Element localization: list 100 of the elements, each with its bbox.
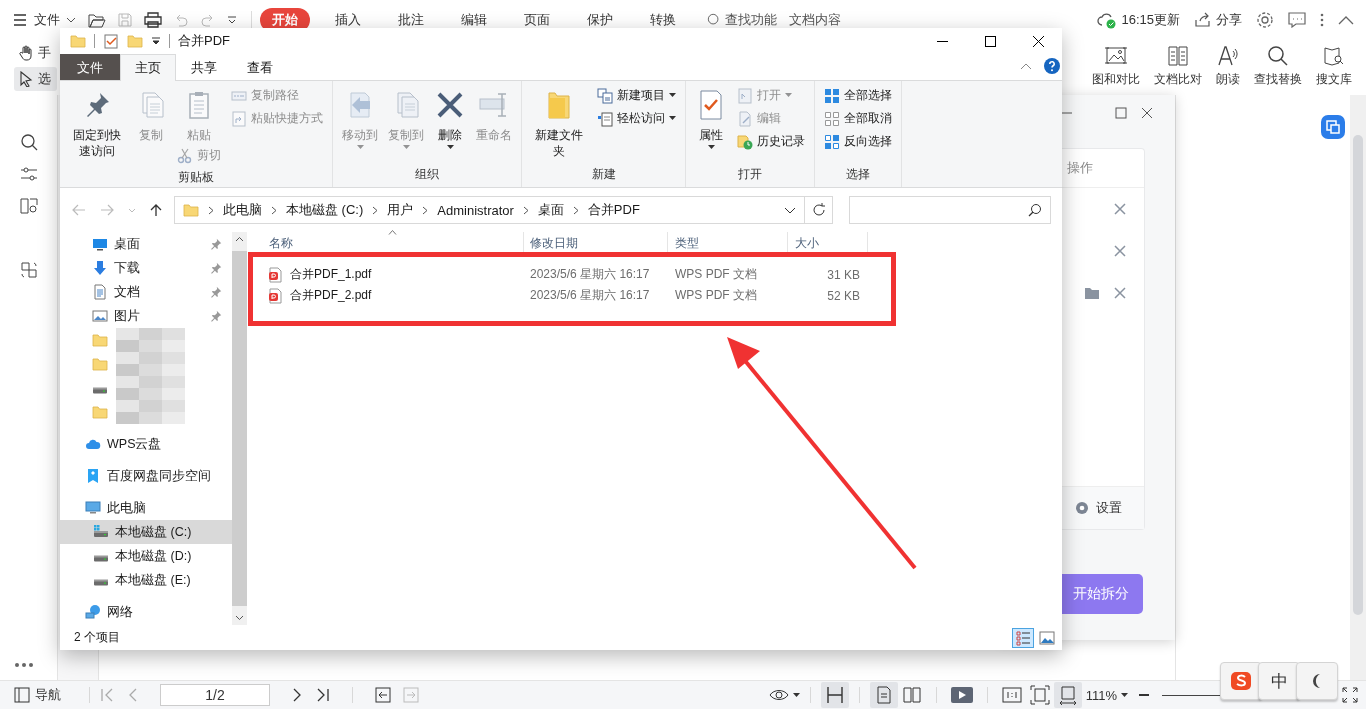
- collapse-ribbon-icon[interactable]: [1020, 62, 1032, 70]
- first-page-icon[interactable]: [100, 688, 114, 702]
- nav-item[interactable]: 本地磁盘 (C:): [60, 520, 232, 544]
- close-icon[interactable]: [1141, 107, 1153, 119]
- back-arrow-icon[interactable]: [72, 204, 86, 216]
- ribbon-tab[interactable]: 主页: [120, 54, 176, 81]
- breadcrumb[interactable]: 本地磁盘 (C:): [286, 201, 364, 219]
- column-header[interactable]: 类型: [675, 235, 699, 252]
- nav-item[interactable]: 本地磁盘 (D:): [60, 544, 232, 568]
- fit-width-button[interactable]: [820, 682, 849, 708]
- ribbon-button[interactable]: 反向选择: [821, 131, 895, 152]
- more-icon[interactable]: [1320, 12, 1324, 28]
- page-button[interactable]: [869, 682, 898, 708]
- translate-icon[interactable]: [19, 261, 38, 279]
- navigation-button[interactable]: 导航: [14, 686, 61, 704]
- breadcrumb[interactable]: 合并PDF: [587, 201, 640, 219]
- fit-window-button[interactable]: [1053, 682, 1082, 708]
- fullscreen-icon[interactable]: [1342, 687, 1358, 703]
- breadcrumb[interactable]: Administrator: [437, 202, 514, 218]
- nav-item[interactable]: WPS云盘: [60, 432, 232, 456]
- ribbon-button[interactable]: 固定到快速访问: [66, 85, 128, 159]
- zoom-dropdown[interactable]: 111%: [1085, 687, 1128, 703]
- chevron-down-icon[interactable]: [784, 206, 796, 214]
- share-button[interactable]: 分享: [1194, 11, 1242, 29]
- nav-item[interactable]: 此电脑: [60, 496, 232, 520]
- refresh-button[interactable]: [805, 196, 833, 224]
- ribbon-button[interactable]: 全部取消: [821, 108, 895, 129]
- ribbon-tab[interactable]: 保护: [575, 8, 625, 32]
- properties-icon[interactable]: [103, 33, 119, 49]
- close-icon[interactable]: [1113, 244, 1127, 258]
- ribbon-tab[interactable]: 页面: [512, 8, 562, 32]
- maximize-icon[interactable]: [1115, 107, 1127, 119]
- sliders-icon[interactable]: [19, 165, 38, 183]
- tool-button[interactable]: 手: [14, 41, 57, 65]
- breadcrumb[interactable]: 桌面: [537, 201, 564, 219]
- forward-arrow-icon[interactable]: [100, 204, 114, 216]
- ribbon-button[interactable]: 新建文件夹: [528, 85, 590, 159]
- file-row[interactable]: 合并PDF_2.pdf 2023/5/6 星期六 16:17 WPS PDF 文档 52 KB: [268, 285, 1062, 306]
- file-row[interactable]: 合并PDF_1.pdf 2023/5/6 星期六 16:17 WPS PDF 文档 31 KB: [268, 264, 1062, 285]
- ribbon-tool-button[interactable]: 朗读: [1216, 44, 1240, 95]
- folder-open-icon[interactable]: [88, 12, 106, 28]
- ribbon-button[interactable]: 新建项目: [594, 85, 679, 106]
- more-icon[interactable]: [14, 662, 34, 668]
- search-feature-field[interactable]: 查找功能: [707, 11, 777, 29]
- ribbon-tab[interactable]: 编辑: [449, 8, 499, 32]
- nav-item[interactable]: 桌面: [60, 232, 232, 256]
- search-doc-icon[interactable]: [19, 133, 38, 151]
- page-number-field[interactable]: 1/2: [160, 684, 270, 706]
- breadcrumb[interactable]: 用户: [387, 201, 414, 219]
- file-menu-tab[interactable]: 文件: [60, 54, 120, 80]
- document-content-link[interactable]: 文档内容: [789, 11, 841, 29]
- nav-item[interactable]: 网络: [60, 600, 232, 624]
- ribbon-tab[interactable]: 共享: [176, 54, 232, 80]
- column-header[interactable]: 大小: [795, 235, 819, 252]
- nav-item[interactable]: 本地磁盘 (E:): [60, 568, 232, 592]
- nav-item[interactable]: 百度网盘同步空间: [60, 464, 232, 488]
- scrollbar-thumb[interactable]: [232, 251, 247, 606]
- ribbon-tool-button[interactable]: 搜文库: [1316, 44, 1352, 95]
- ribbon-button[interactable]: 删除: [431, 85, 469, 150]
- ribbon-button[interactable]: 轻松访问: [594, 108, 679, 129]
- scrollbar-thumb[interactable]: [1353, 135, 1363, 615]
- last-page-icon[interactable]: [316, 688, 330, 702]
- close-icon[interactable]: [1113, 286, 1127, 300]
- file-menu[interactable]: 文件: [12, 11, 76, 29]
- nav-item[interactable]: 图片: [60, 304, 232, 328]
- book-search-icon[interactable]: [19, 197, 38, 215]
- help-icon[interactable]: [1044, 58, 1060, 74]
- ribbon-tab[interactable]: 插入: [323, 8, 373, 32]
- folder-icon[interactable]: [1084, 286, 1100, 300]
- ribbon-tab[interactable]: 转换: [638, 8, 688, 32]
- close-icon[interactable]: [1113, 202, 1127, 216]
- ribbon-tab[interactable]: 查看: [232, 54, 288, 80]
- up-arrow-icon[interactable]: [150, 203, 162, 217]
- ribbon-button[interactable]: 属性: [692, 85, 730, 150]
- sync-status[interactable]: 16:15更新: [1097, 11, 1180, 29]
- ribbon-tool-button[interactable]: 图和对比: [1092, 44, 1140, 95]
- print-icon[interactable]: [144, 12, 162, 28]
- save-icon[interactable]: [117, 12, 133, 28]
- customize-icon[interactable]: [151, 36, 161, 46]
- details-view-button[interactable]: [1012, 627, 1034, 648]
- ribbon-tab[interactable]: 批注: [386, 8, 436, 32]
- collapse-icon[interactable]: [1338, 15, 1354, 25]
- customize-icon[interactable]: [227, 15, 237, 25]
- nav-item[interactable]: 文档: [60, 280, 232, 304]
- ribbon-tool-button[interactable]: 文档比对: [1154, 44, 1202, 95]
- column-header[interactable]: 名称: [269, 235, 293, 252]
- column-header[interactable]: 修改日期: [530, 235, 578, 252]
- settings-button[interactable]: 设置: [1074, 499, 1122, 517]
- back-icon[interactable]: [375, 687, 391, 703]
- zoom-out-icon[interactable]: [1138, 693, 1150, 697]
- ribbon-button[interactable]: 全部选择: [821, 85, 895, 106]
- nav-item[interactable]: 下载: [60, 256, 232, 280]
- address-bar[interactable]: 此电脑 本地磁盘 (C:) 用户 Administrator 桌面 合并PDF: [174, 196, 805, 224]
- tool-button[interactable]: 选: [14, 67, 57, 91]
- convert-icon[interactable]: [1321, 115, 1345, 139]
- settings-icon[interactable]: [1256, 11, 1274, 29]
- comment-icon[interactable]: [1288, 12, 1306, 28]
- ribbon-tool-button[interactable]: 查找替换: [1254, 44, 1302, 95]
- search-field[interactable]: [849, 196, 1051, 224]
- breadcrumb[interactable]: 此电脑: [223, 201, 262, 219]
